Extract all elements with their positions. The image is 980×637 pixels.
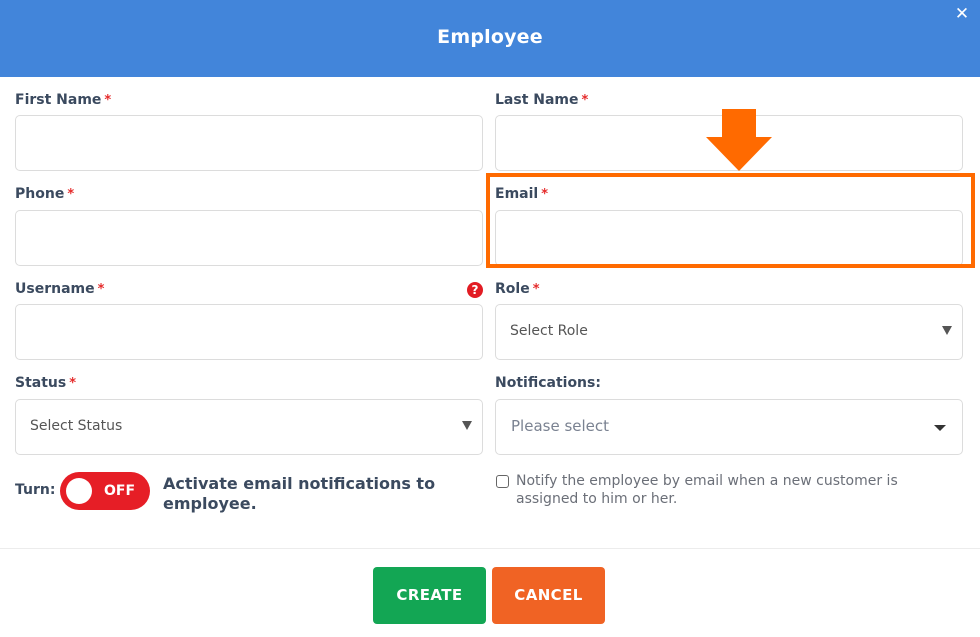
cancel-button[interactable]: CANCEL <box>492 567 605 624</box>
first-name-input[interactable] <box>15 115 483 171</box>
required-marker: * <box>532 282 540 297</box>
first-name-label: First Name * <box>15 92 111 108</box>
username-label: Username * <box>15 281 104 297</box>
caret-down-icon <box>934 425 946 431</box>
last-name-label: Last Name * <box>495 92 588 108</box>
phone-label-text: Phone <box>15 186 65 202</box>
arrow-shape <box>706 109 772 171</box>
notify-employee-checkbox[interactable] <box>496 475 509 488</box>
turn-label: Turn: <box>15 482 56 498</box>
required-marker: * <box>104 93 112 108</box>
arrow-down-icon <box>706 109 772 171</box>
status-label-text: Status <box>15 375 67 391</box>
toggle-description: Activate email notifications to employee… <box>163 474 436 513</box>
first-name-label-text: First Name <box>15 92 102 108</box>
email-highlight-box <box>486 173 975 268</box>
question-circle-icon[interactable]: ? <box>467 282 483 298</box>
toggle-knob <box>66 478 92 504</box>
username-label-text: Username <box>15 281 95 297</box>
required-marker: * <box>69 376 77 391</box>
last-name-label-text: Last Name <box>495 92 579 108</box>
dialog-header: Employee ✕ <box>0 0 980 77</box>
caret-down-icon <box>462 421 472 430</box>
close-icon[interactable]: ✕ <box>952 4 972 24</box>
required-marker: * <box>97 282 105 297</box>
role-label: Role * <box>495 281 540 297</box>
required-marker: * <box>67 187 75 202</box>
email-notifications-toggle[interactable]: OFF <box>60 472 150 510</box>
role-selected-value: Select Role <box>510 323 588 339</box>
notifications-placeholder: Please select <box>511 417 610 435</box>
role-label-text: Role <box>495 281 530 297</box>
footer-divider <box>0 548 980 549</box>
username-input[interactable] <box>15 304 483 360</box>
notifications-label-text: Notifications: <box>495 375 601 391</box>
status-select[interactable]: Select Status <box>15 399 483 455</box>
dialog-title: Employee <box>437 26 543 48</box>
notifications-select[interactable]: Please select <box>495 399 963 455</box>
required-marker: * <box>581 93 589 108</box>
phone-label: Phone * <box>15 186 74 202</box>
create-button[interactable]: CREATE <box>373 567 486 624</box>
caret-down-icon <box>942 326 952 335</box>
status-selected-value: Select Status <box>30 418 123 434</box>
toggle-state: OFF <box>104 483 136 499</box>
phone-input[interactable] <box>15 210 483 266</box>
status-label: Status * <box>15 375 76 391</box>
notify-employee-label[interactable]: Notify the employee by email when a new … <box>516 472 956 508</box>
role-select[interactable]: Select Role <box>495 304 963 360</box>
notifications-label: Notifications: <box>495 375 601 391</box>
